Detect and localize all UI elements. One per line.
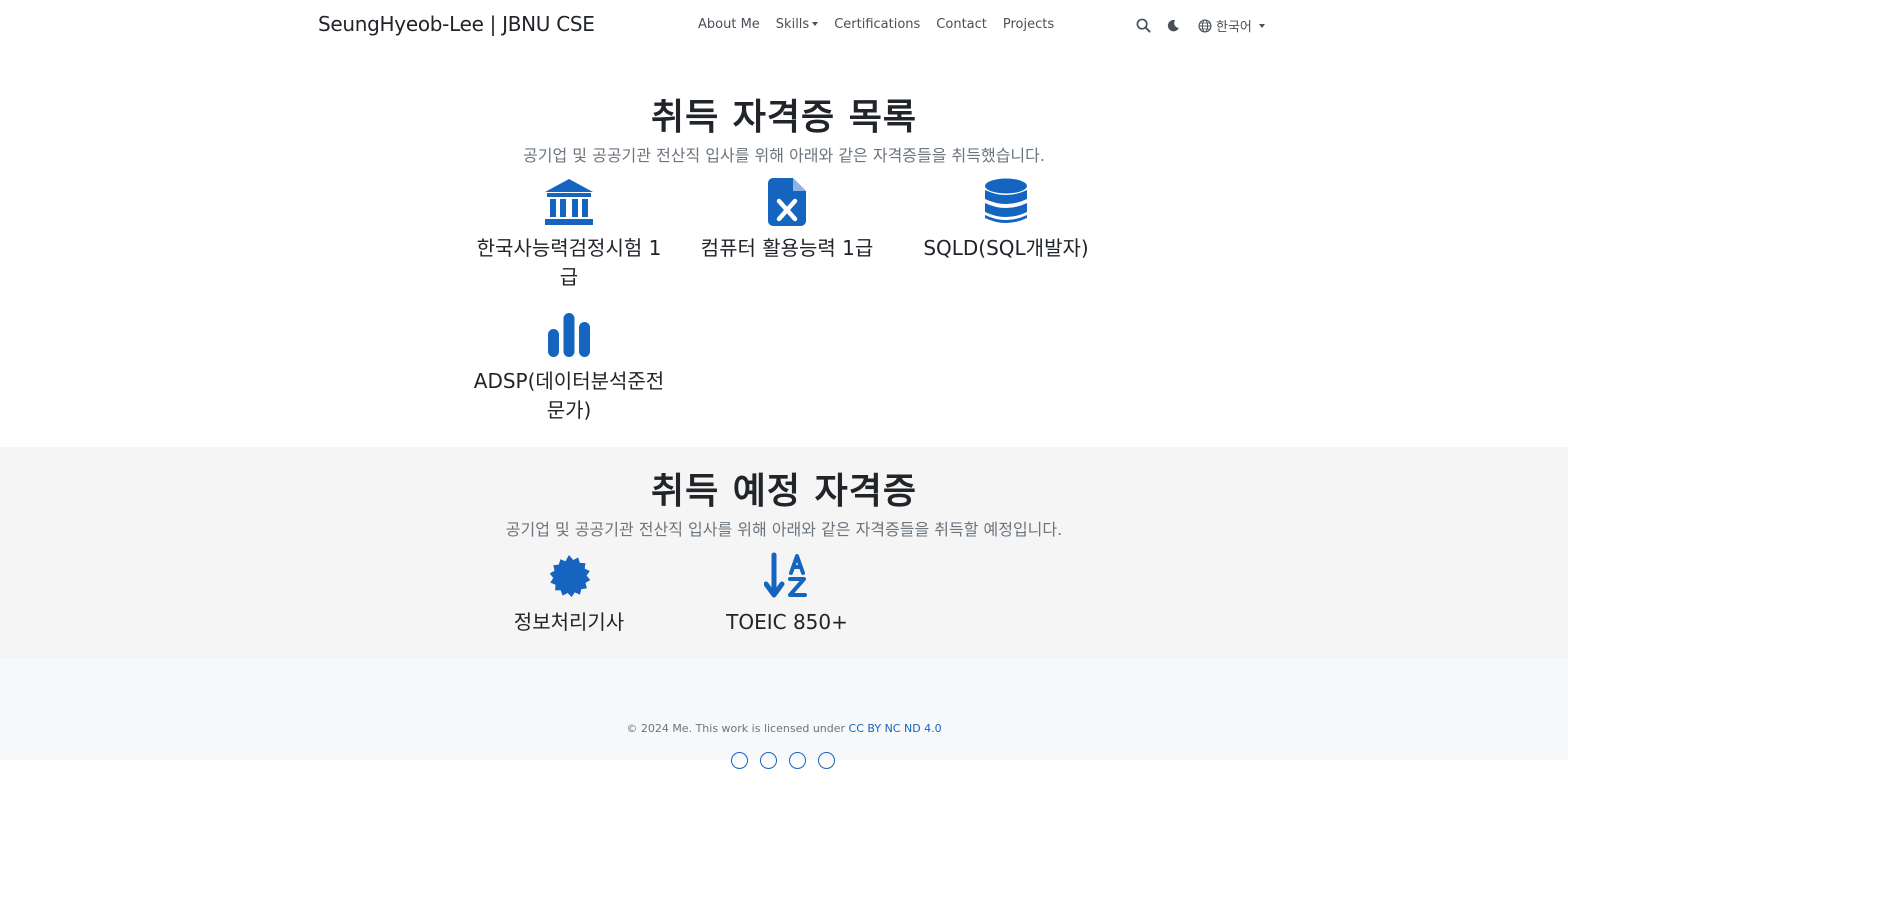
file-excel-icon [768, 178, 806, 226]
globe-icon [1198, 18, 1212, 33]
license-link[interactable]: CC BY NC ND 4.0 [849, 722, 942, 735]
navbar: SeungHyeob-Lee | JBNU CSE About Me Skill… [0, 0, 1568, 52]
cert-label: 컴퓨터 활용능력 1급 [700, 236, 874, 260]
nav-about-me[interactable]: About Me [698, 17, 760, 32]
theme-toggle-button[interactable] [1167, 19, 1180, 32]
cert-card: 컴퓨터 활용능력 1급 [687, 178, 887, 263]
moon-icon [1167, 19, 1179, 32]
cert-card: 정보처리기사 [469, 552, 669, 637]
social-links [731, 752, 835, 769]
database-icon [985, 178, 1027, 223]
cert-card: 한국사능력검정시험 1급 [469, 178, 669, 292]
sort-alpha-down-icon [764, 552, 807, 598]
caret-down-icon [812, 22, 819, 26]
certificate-badge-icon [549, 555, 591, 597]
planned-section-title: 취득 예정 자격증 [651, 471, 917, 512]
search-button[interactable] [1136, 18, 1151, 33]
nav-links: About Me Skills Certifications Contact P… [698, 17, 1054, 32]
cert-label: 정보처리기사 [513, 610, 625, 634]
nav-skills-dropdown[interactable]: Skills [775, 17, 819, 32]
language-label: 한국어 [1216, 20, 1252, 35]
cert-card: TOEIC 850+ [687, 552, 887, 637]
social-link-icon[interactable] [731, 752, 748, 769]
social-link-icon[interactable] [789, 752, 806, 769]
cert-label: 한국사능력검정시험 1급 [476, 236, 662, 289]
landmark-icon [545, 179, 593, 225]
footer-copyright: © 2024 Me. This work is licensed under [626, 722, 846, 735]
nav-certifications[interactable]: Certifications [834, 17, 920, 32]
search-icon [1136, 18, 1151, 33]
nav-skills-label: Skills [775, 17, 810, 32]
acquired-section-title: 취득 자격증 목록 [651, 97, 917, 138]
cert-label: ADSP(데이터분석준전문가) [473, 369, 665, 422]
language-dropdown[interactable]: 한국어 [1198, 16, 1265, 35]
planned-section-subtitle: 공기업 및 공공기관 전산직 입사를 위해 아래와 같은 자격증들을 취득할 예… [505, 520, 1063, 539]
nav-contact[interactable]: Contact [936, 17, 987, 32]
social-link-icon[interactable] [818, 752, 835, 769]
social-link-icon[interactable] [760, 752, 777, 769]
nav-projects[interactable]: Projects [1003, 17, 1054, 32]
cert-card: ADSP(데이터분석준전문가) [469, 313, 669, 425]
cert-label: SQLD(SQL개발자) [923, 236, 1089, 260]
footer-license-text: © 2024 Me. This work is licensed under C… [0, 722, 1568, 735]
caret-down-icon [1258, 23, 1265, 28]
cert-label: TOEIC 850+ [726, 610, 848, 634]
site-brand[interactable]: SeungHyeob-Lee | JBNU CSE [318, 12, 595, 36]
nav-tools: 한국어 [1136, 16, 1265, 35]
acquired-section-subtitle: 공기업 및 공공기관 전산직 입사를 위해 아래와 같은 자격증들을 취득했습니… [523, 146, 1045, 165]
cert-card: SQLD(SQL개발자) [906, 178, 1106, 263]
site-footer [0, 658, 1568, 760]
bar-chart-icon [548, 313, 590, 357]
